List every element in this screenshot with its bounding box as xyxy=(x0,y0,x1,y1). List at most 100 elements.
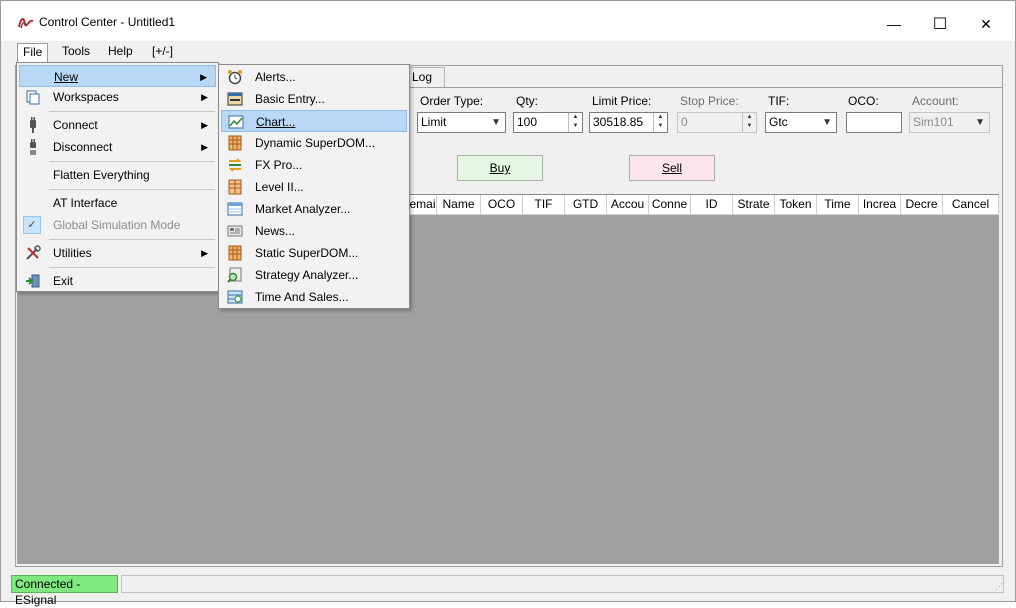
new-menu-item-static-superdom[interactable]: Static SuperDOM... xyxy=(221,242,407,264)
column-header[interactable]: TIF xyxy=(523,195,565,215)
column-header[interactable]: emai xyxy=(409,195,437,215)
app-logo-icon xyxy=(18,18,34,29)
menu-item-label: Connect xyxy=(53,118,98,132)
qty-stepper[interactable]: 100 ▲ ▼ xyxy=(513,112,583,133)
new-submenu: Alerts... Basic Entry... Chart... Dynami… xyxy=(218,64,410,309)
file-menu-item-new[interactable]: New ▶ xyxy=(19,65,216,87)
tab-log[interactable]: Log xyxy=(407,67,445,87)
new-menu-item-news[interactable]: News... xyxy=(221,220,407,242)
column-header[interactable]: GTD xyxy=(565,195,607,215)
order-type-select[interactable]: Limit ▼ xyxy=(417,112,506,133)
limit-price-label: Limit Price: xyxy=(592,94,652,108)
new-menu-item-basic-entry[interactable]: Basic Entry... xyxy=(221,88,407,110)
file-menu-item-flatten-everything[interactable]: Flatten Everything xyxy=(19,164,216,186)
orders-grid-header: emai Name OCO TIF GTD Accou Conne ID Str… xyxy=(409,195,999,215)
column-header[interactable]: OCO xyxy=(481,195,523,215)
menu-file-label: File xyxy=(23,45,43,59)
sell-button-label: Sell xyxy=(661,161,682,175)
order-type-label: Order Type: xyxy=(420,94,484,108)
menu-separator xyxy=(49,189,215,190)
file-menu-item-at-interface[interactable]: AT Interface xyxy=(19,192,216,214)
buy-button[interactable]: Buy xyxy=(457,155,543,181)
maximize-icon: ☐ xyxy=(932,16,948,33)
new-menu-item-strategy-analyzer[interactable]: Strategy Analyzer... xyxy=(221,264,407,286)
control-center-window: Control Center - Untitled1 — ☐ ✕ File To… xyxy=(0,0,1016,607)
close-button[interactable]: ✕ xyxy=(963,9,1009,39)
new-menu-item-fx-pro[interactable]: FX Pro... xyxy=(221,154,407,176)
menu-item-label: Basic Entry... xyxy=(255,92,325,106)
new-menu-item-market-analyzer[interactable]: Market Analyzer... xyxy=(221,198,407,220)
file-menu-item-connect[interactable]: Connect ▶ xyxy=(19,114,216,136)
tif-value: Gtc xyxy=(769,115,788,129)
column-header[interactable]: ID xyxy=(691,195,733,215)
oco-label: OCO: xyxy=(848,94,879,108)
menu-separator xyxy=(49,239,215,240)
column-header[interactable]: Strate xyxy=(733,195,775,215)
account-label: Account: xyxy=(912,94,959,108)
menu-toggle[interactable]: [+/-] xyxy=(147,43,178,62)
status-bar: Connected - ESignal ⋰ xyxy=(11,575,1007,607)
column-header[interactable]: Decre xyxy=(901,195,943,215)
fx-pro-icon xyxy=(228,158,242,172)
limit-price-stepper[interactable]: 30518.85 ▲ ▼ xyxy=(589,112,668,133)
menu-bar: File Tools Help [+/-] xyxy=(1,41,1015,63)
column-header[interactable]: Cancel xyxy=(943,195,999,215)
column-header[interactable]: Increa xyxy=(859,195,901,215)
column-header[interactable]: Time xyxy=(817,195,859,215)
spin-arrows-icon[interactable]: ▲ ▼ xyxy=(653,113,667,132)
column-header[interactable]: Token xyxy=(775,195,817,215)
menu-item-label: Dynamic SuperDOM... xyxy=(255,136,376,150)
tools-icon xyxy=(26,245,41,260)
submenu-arrow-icon: ▶ xyxy=(201,248,208,258)
menu-help-label: Help xyxy=(108,44,133,58)
qty-label: Qty: xyxy=(516,94,539,108)
status-bar-empty-panel xyxy=(121,575,1004,593)
file-menu-item-disconnect[interactable]: Disconnect ▶ xyxy=(19,136,216,158)
chevron-down-icon: ▼ xyxy=(975,117,985,128)
menu-item-label: Flatten Everything xyxy=(53,168,150,182)
stop-price-value: 0 xyxy=(681,115,688,129)
new-menu-item-level-ii[interactable]: Level II... xyxy=(221,176,407,198)
menu-item-label: Level II... xyxy=(255,180,304,194)
new-menu-item-alerts[interactable]: Alerts... xyxy=(221,66,407,88)
menu-separator xyxy=(49,111,215,112)
column-header[interactable]: Name xyxy=(437,195,481,215)
stop-price-label: Stop Price: xyxy=(680,94,739,108)
file-menu-item-exit[interactable]: Exit xyxy=(19,270,216,292)
file-menu-item-workspaces[interactable]: Workspaces ▶ xyxy=(19,86,216,108)
spin-arrows-icon[interactable]: ▲ ▼ xyxy=(568,113,582,132)
file-menu-item-global-simulation-mode: ✓ Global Simulation Mode xyxy=(19,214,216,236)
resize-grip-icon[interactable]: ⋰ xyxy=(995,582,1003,591)
superdom-icon xyxy=(228,135,242,151)
menu-item-label: FX Pro... xyxy=(255,158,303,172)
file-menu-dropdown: New ▶ Workspaces ▶ Connect ▶ Disconnect … xyxy=(16,62,219,292)
file-menu-item-utilities[interactable]: Utilities ▶ xyxy=(19,242,216,264)
menu-item-label: Disconnect xyxy=(53,140,113,154)
sell-button[interactable]: Sell xyxy=(629,155,715,181)
alarm-clock-icon xyxy=(228,70,242,85)
strategy-analyzer-icon xyxy=(227,267,242,283)
level-two-icon xyxy=(228,179,242,195)
column-header[interactable]: Conne xyxy=(649,195,691,215)
menu-tools[interactable]: Tools xyxy=(57,43,95,62)
spin-arrows-icon: ▲ ▼ xyxy=(742,113,756,132)
plug-disconnect-icon xyxy=(30,139,36,155)
market-analyzer-icon xyxy=(227,202,243,216)
new-menu-item-time-and-sales[interactable]: Time And Sales... xyxy=(221,286,407,308)
menu-item-label: AT Interface xyxy=(53,196,118,210)
menu-help[interactable]: Help xyxy=(103,43,138,62)
oco-input[interactable] xyxy=(846,112,902,133)
maximize-button[interactable]: ☐ xyxy=(917,9,963,39)
order-type-value: Limit xyxy=(421,115,447,129)
new-menu-item-dynamic-superdom[interactable]: Dynamic SuperDOM... xyxy=(221,132,407,154)
new-menu-item-chart[interactable]: Chart... xyxy=(221,110,407,132)
menu-file[interactable]: File xyxy=(17,43,49,62)
submenu-arrow-icon: ▶ xyxy=(201,92,208,102)
plug-connect-icon xyxy=(30,117,36,133)
submenu-arrow-icon: ▶ xyxy=(201,142,208,152)
submenu-arrow-icon: ▶ xyxy=(200,72,207,82)
exit-icon xyxy=(26,274,40,288)
tif-select[interactable]: Gtc ▼ xyxy=(765,112,837,133)
column-header[interactable]: Accou xyxy=(607,195,649,215)
minimize-button[interactable]: — xyxy=(871,9,917,39)
